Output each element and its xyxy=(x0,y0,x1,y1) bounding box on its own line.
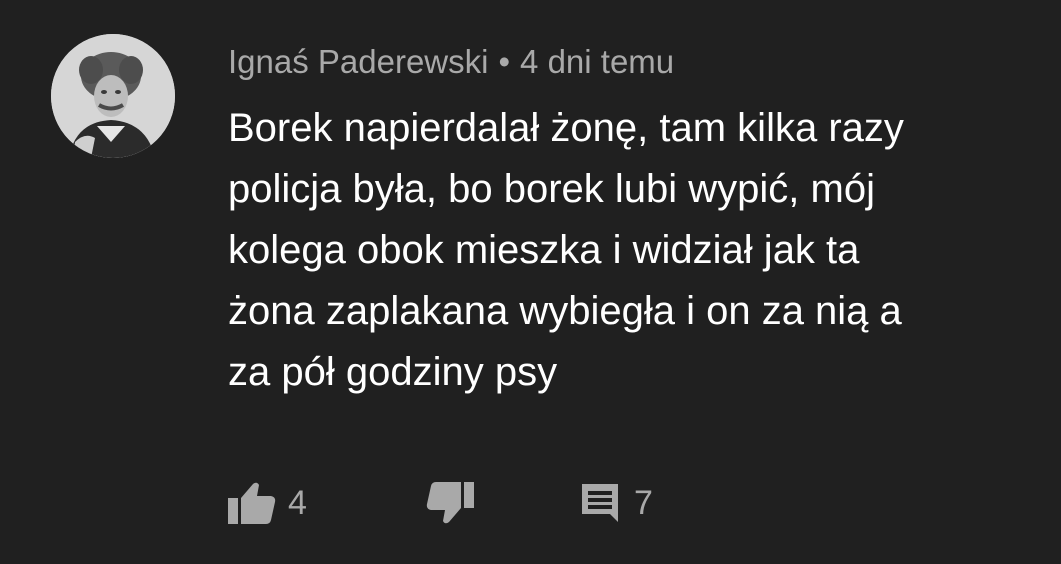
comment-text-line: kolega obok mieszka i widział jak ta xyxy=(228,228,860,272)
comment-text-line: policja była, bo borek lubi wypić, mój xyxy=(228,167,875,211)
timestamp[interactable]: 4 dni temu xyxy=(520,43,674,80)
like-button[interactable]: 4 xyxy=(226,476,307,530)
comment: Ignaś Paderewski • 4 dni temu Borek napier… xyxy=(0,0,1061,564)
comment-text-line: za pół godziny psy xyxy=(228,350,558,394)
comment-header: Ignaś Paderewski • 4 dni temu xyxy=(228,40,674,84)
comment-text-line: Borek napierdalał żonę, tam kilka razy xyxy=(228,106,904,150)
avatar[interactable] xyxy=(51,34,175,158)
reply-button[interactable]: 7 xyxy=(578,476,653,530)
comment-text-line: żona zaplakana wybiegła i on za nią a xyxy=(228,289,902,333)
comment-text: Borek napierdalał żonę, tam kilka razy p… xyxy=(228,98,1061,403)
comment-icon xyxy=(582,484,618,522)
like-count: 4 xyxy=(288,483,307,522)
reply-count: 7 xyxy=(634,483,653,522)
author-name[interactable]: Ignaś Paderewski xyxy=(228,43,488,80)
thumbs-up-icon xyxy=(228,482,276,524)
thumbs-down-icon xyxy=(426,482,474,524)
dislike-button[interactable] xyxy=(426,476,476,530)
separator-dot: • xyxy=(498,43,511,80)
avatar-portrait-icon xyxy=(51,34,175,158)
